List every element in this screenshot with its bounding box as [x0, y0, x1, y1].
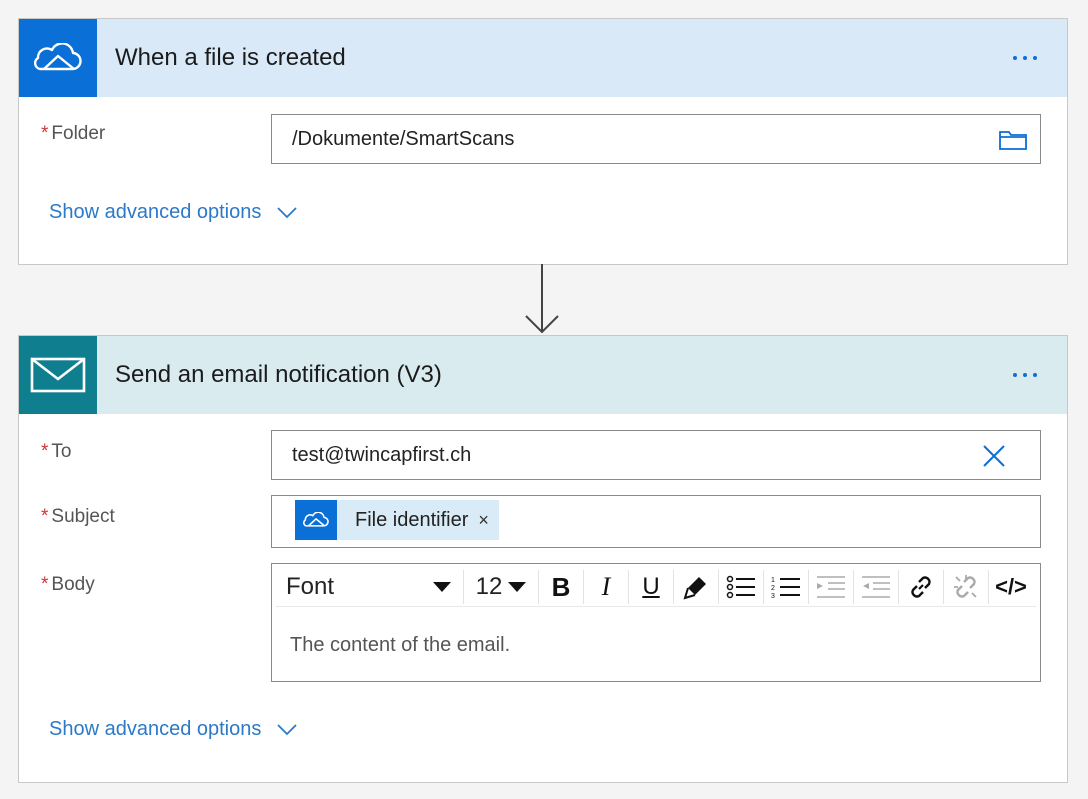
decrease-indent-button[interactable]: [809, 570, 854, 604]
action-title: Send an email notification (V3): [115, 361, 442, 388]
underline-icon: U: [642, 573, 660, 600]
highlight-button[interactable]: [674, 570, 719, 604]
connector-arrow-icon: [525, 264, 559, 334]
bulleted-list-icon: [726, 575, 755, 599]
caret-down-icon: [508, 582, 527, 592]
action-show-advanced[interactable]: Show advanced options: [49, 718, 298, 741]
italic-icon: I: [601, 572, 611, 601]
subject-label: * Subject: [41, 506, 115, 528]
more-dot-icon: [1023, 373, 1027, 377]
more-dot-icon: [1013, 373, 1017, 377]
svg-text:3: 3: [771, 593, 775, 599]
remove-link-button[interactable]: [944, 570, 989, 604]
font-size-dropdown[interactable]: 12: [464, 570, 539, 604]
body-editor[interactable]: Font 12 B I U 1 2 3 </> The content of t…: [271, 563, 1041, 682]
to-label: * To: [41, 441, 71, 463]
clear-icon[interactable]: [982, 444, 1006, 473]
link-icon: [911, 576, 931, 598]
bold-button[interactable]: B: [539, 570, 584, 604]
insert-link-button[interactable]: [899, 570, 944, 604]
font-size-value: 12: [475, 573, 503, 600]
folder-value: /Dokumente/SmartScans: [292, 128, 515, 150]
action-card: Send an email notification (V3) * To test…: [18, 335, 1068, 783]
underline-button[interactable]: U: [629, 570, 674, 604]
to-label-text: To: [51, 441, 72, 462]
svg-text:2: 2: [771, 585, 775, 592]
folder-picker-icon[interactable]: [998, 127, 1028, 156]
required-asterisk: *: [41, 506, 49, 527]
bulleted-list-button[interactable]: [719, 570, 764, 604]
to-input[interactable]: test@twincapfirst.ch: [271, 430, 1041, 480]
numbered-list-icon: 1 2 3: [771, 577, 800, 599]
action-header[interactable]: Send an email notification (V3): [19, 336, 1067, 414]
font-family-value: Font: [286, 573, 335, 600]
caret-down-icon: [433, 582, 451, 592]
required-asterisk: *: [41, 441, 49, 462]
more-dot-icon: [1023, 56, 1027, 60]
token-remove-icon[interactable]: ×: [478, 510, 489, 531]
onedrive-cloud-icon: [19, 19, 97, 97]
more-dot-icon: [1033, 56, 1037, 60]
code-view-button[interactable]: </>: [989, 570, 1033, 604]
trigger-show-advanced[interactable]: Show advanced options: [49, 201, 298, 224]
chevron-down-icon: [277, 723, 298, 735]
outdent-icon: [817, 576, 845, 598]
body-label-text: Body: [51, 574, 95, 595]
mail-icon: [19, 336, 97, 414]
code-icon: </>: [995, 574, 1027, 599]
body-label: * Body: [41, 574, 95, 596]
body-text: The content of the email.: [290, 634, 511, 656]
action-more-button[interactable]: [995, 355, 1055, 395]
trigger-header[interactable]: When a file is created: [19, 19, 1067, 97]
italic-button[interactable]: I: [584, 570, 629, 604]
rich-text-toolbar: Font 12 B I U 1 2 3 </>: [276, 568, 1036, 607]
increase-indent-button[interactable]: [854, 570, 899, 604]
onedrive-cloud-icon: [295, 500, 337, 540]
bold-icon: B: [551, 571, 571, 602]
unlink-icon: [954, 575, 977, 598]
subject-input[interactable]: File identifier ×: [271, 495, 1041, 548]
chevron-down-icon: [277, 206, 298, 218]
marker-icon: [683, 577, 706, 600]
required-asterisk: *: [41, 123, 49, 144]
folder-label: * Folder: [41, 123, 105, 145]
folder-label-text: Folder: [51, 123, 106, 144]
show-advanced-label: Show advanced options: [49, 201, 262, 223]
svg-text:1: 1: [771, 577, 775, 584]
token-label: File identifier: [355, 508, 469, 531]
numbered-list-button[interactable]: 1 2 3: [764, 570, 809, 604]
more-dot-icon: [1013, 56, 1017, 60]
required-asterisk: *: [41, 574, 49, 595]
more-dot-icon: [1033, 373, 1037, 377]
trigger-more-button[interactable]: [995, 38, 1055, 78]
show-advanced-label: Show advanced options: [49, 718, 262, 740]
to-value: test@twincapfirst.ch: [292, 444, 472, 466]
indent-icon: [862, 576, 890, 598]
folder-input[interactable]: /Dokumente/SmartScans: [271, 114, 1041, 164]
subject-label-text: Subject: [51, 506, 115, 527]
dynamic-content-token[interactable]: File identifier ×: [295, 500, 499, 540]
trigger-card: When a file is created * Folder /Dokument…: [18, 18, 1068, 265]
trigger-title: When a file is created: [115, 44, 346, 71]
font-family-dropdown[interactable]: Font: [276, 570, 464, 604]
